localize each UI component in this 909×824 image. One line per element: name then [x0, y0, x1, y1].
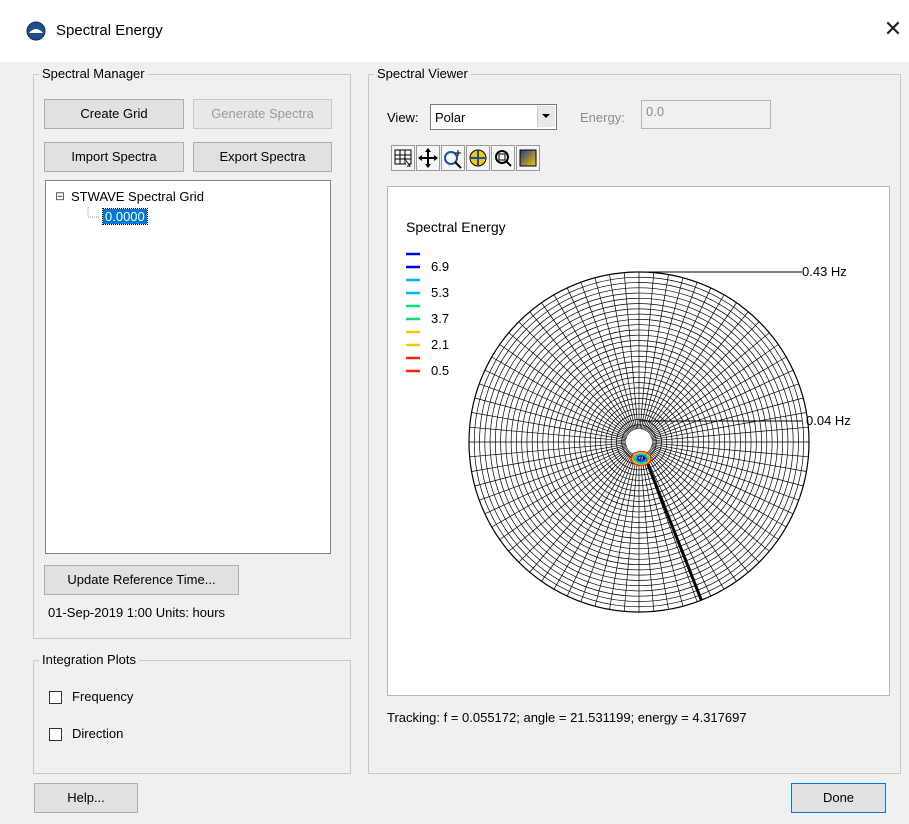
chevron-down-icon[interactable] — [537, 106, 555, 127]
rotate-icon[interactable] — [466, 145, 490, 171]
integration-plots-group — [33, 660, 351, 774]
direction-spoke — [641, 453, 684, 607]
create-grid-button[interactable]: Create Grid — [44, 99, 184, 129]
direction-checkbox[interactable] — [49, 728, 62, 741]
legend-label: 3.7 — [431, 311, 449, 326]
color-ramp-icon[interactable] — [516, 145, 540, 171]
energy-input[interactable]: 0.0 — [641, 100, 771, 129]
tree-child-item[interactable]: 0.0000 — [102, 208, 148, 225]
pan-icon[interactable] — [416, 145, 440, 171]
update-reference-time-button[interactable]: Update Reference Time... — [44, 565, 239, 595]
chart-title: Spectral Energy — [406, 219, 506, 235]
tree-expander-icon[interactable]: ⊟ — [55, 189, 65, 203]
view-select-value: Polar — [435, 110, 466, 125]
frequency-label: Frequency — [72, 689, 134, 704]
direction-spoke — [650, 397, 804, 440]
spectral-tree[interactable] — [45, 180, 331, 554]
frequency-checkbox[interactable] — [49, 691, 62, 704]
tree-root-label[interactable]: STWAVE Spectral Grid — [71, 189, 204, 204]
app-icon — [26, 21, 46, 41]
outer-radius-label: 0.43 Hz — [802, 264, 847, 279]
tracking-line — [642, 454, 703, 601]
legend-label: 5.3 — [431, 285, 449, 300]
generate-spectra-button[interactable]: Generate Spectra — [193, 99, 332, 129]
direction-spoke — [594, 453, 637, 607]
polar-plot[interactable]: Spectral Energy 6.95.33.72.10.5 0.43 Hz … — [387, 186, 890, 696]
close-icon[interactable]: ✕ — [882, 18, 904, 40]
legend-label: 6.9 — [431, 259, 449, 274]
direction-spoke — [650, 444, 804, 487]
view-label: View: — [387, 110, 419, 125]
tree-connector — [87, 207, 100, 218]
reference-time-text: 01-Sep-2019 1:00 Units: hours — [48, 605, 226, 620]
frame-icon[interactable] — [391, 145, 415, 171]
inner-radius-label: 0.04 Hz — [806, 413, 851, 428]
energy-label: Energy: — [580, 110, 625, 125]
spectral-viewer-title: Spectral Viewer — [374, 66, 471, 81]
integration-plots-title: Integration Plots — [39, 652, 139, 667]
zoom-box-icon[interactable] — [491, 145, 515, 171]
import-spectra-button[interactable]: Import Spectra — [44, 142, 184, 172]
direction-spoke — [641, 277, 684, 431]
legend-label: 2.1 — [431, 337, 449, 352]
zoom-icon[interactable] — [441, 145, 465, 171]
export-spectra-button[interactable]: Export Spectra — [193, 142, 332, 172]
direction-label: Direction — [72, 726, 124, 741]
legend-label: 0.5 — [431, 363, 449, 378]
direction-spoke — [594, 277, 637, 431]
window-title: Spectral Energy — [56, 22, 163, 39]
help-button[interactable]: Help... — [34, 783, 138, 813]
direction-spoke — [474, 444, 628, 487]
spectral-manager-title: Spectral Manager — [39, 66, 148, 81]
done-button[interactable]: Done — [791, 783, 886, 813]
direction-spoke — [474, 397, 628, 440]
tracking-text: Tracking: f = 0.055172; angle = 21.53119… — [387, 710, 747, 725]
